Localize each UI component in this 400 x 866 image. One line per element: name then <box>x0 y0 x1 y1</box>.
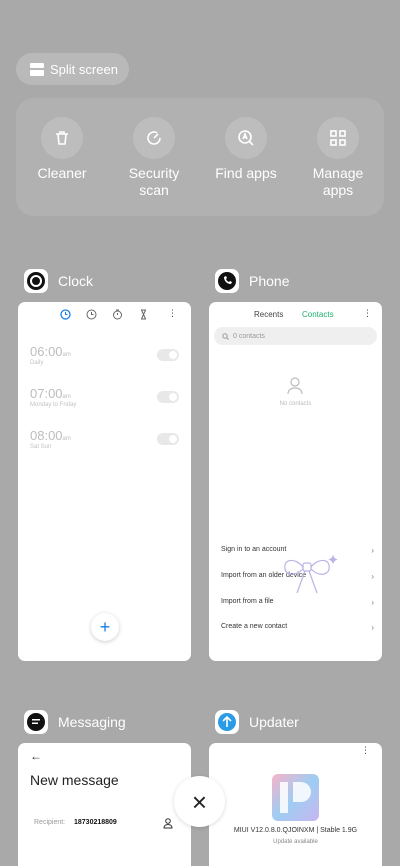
tab-contacts[interactable]: Contacts <box>302 310 334 319</box>
world-clock-icon[interactable] <box>86 309 97 320</box>
manage-apps-label: Manage apps <box>312 165 364 198</box>
alarm-toggle[interactable] <box>157 349 179 361</box>
action-label: Import from a file <box>221 598 274 605</box>
find-apps-button[interactable]: Find apps <box>200 98 292 182</box>
alarm-toggle[interactable] <box>157 391 179 403</box>
find-apps-icon <box>225 117 267 159</box>
recipient-value[interactable]: 18730218809 <box>74 819 117 826</box>
action-label: Sign in to an account <box>221 546 287 553</box>
close-icon: × <box>191 786 208 817</box>
alarm-item[interactable]: 07:00am Monday to Friday <box>30 386 76 408</box>
phone-app-name: Phone <box>249 273 290 289</box>
version-text: MIUI V12.0.8.0.QJOINXM | Stable 1.9G <box>233 827 358 834</box>
alarm-time: 06:00 <box>30 344 63 359</box>
messaging-app-icon <box>24 710 48 734</box>
cleaner-button[interactable]: Cleaner <box>16 98 108 182</box>
new-message-title: New message <box>30 772 119 788</box>
alarm-ampm: am <box>62 394 71 400</box>
split-screen-icon <box>30 62 44 76</box>
contact-picker-icon[interactable] <box>163 816 173 834</box>
updater-app-header[interactable]: Updater <box>215 710 299 734</box>
action-row[interactable]: Create a new contact › <box>221 623 374 632</box>
clock-tab-bar <box>60 309 149 320</box>
grid-icon <box>317 117 359 159</box>
chevron-right-icon: › <box>371 572 374 581</box>
clock-app-card[interactable]: ⋮ 06:00am Daily 07:00am Monday to Friday… <box>18 302 191 661</box>
alarm-ampm: am <box>62 436 71 442</box>
security-scan-button[interactable]: Security scan <box>108 98 200 199</box>
tab-recents[interactable]: Recents <box>254 310 283 319</box>
timer-icon[interactable] <box>138 309 149 320</box>
search-placeholder: 0 contacts <box>233 332 265 340</box>
empty-state-label: No contacts <box>279 401 312 407</box>
phone-app-card[interactable]: Recents Contacts ⋮ 0 contacts No contact… <box>209 302 382 661</box>
alarm-item[interactable]: 06:00am Daily <box>30 344 71 366</box>
clock-app-header[interactable]: Clock <box>24 269 93 293</box>
more-icon[interactable]: ⋮ <box>363 308 372 319</box>
updater-app-card[interactable]: ⋮ MIUI V12.0.8.0.QJOINXM | Stable 1.9G U… <box>209 743 382 866</box>
phone-app-header[interactable]: Phone <box>215 269 289 293</box>
quick-actions-panel: Cleaner Security scan Find apps Manage app… <box>16 98 384 216</box>
add-alarm-button[interactable]: + <box>91 613 119 641</box>
alarm-time: 07:00 <box>30 386 63 401</box>
manage-apps-button[interactable]: Manage apps <box>292 98 384 199</box>
trash-icon <box>41 117 83 159</box>
chevron-right-icon: › <box>371 546 374 555</box>
update-status: Update available <box>273 839 318 845</box>
clock-app-name: Clock <box>58 273 94 289</box>
split-screen-label: Split screen <box>50 61 118 77</box>
more-icon[interactable]: ⋮ <box>168 308 177 319</box>
phone-app-icon <box>215 269 239 293</box>
more-icon[interactable]: ⋮ <box>361 745 370 756</box>
alarm-toggle[interactable] <box>157 433 179 445</box>
recipient-label: Recipient: <box>34 819 66 826</box>
person-icon <box>287 377 303 400</box>
find-apps-label: Find apps <box>215 165 277 181</box>
messaging-app-name: Messaging <box>58 714 126 730</box>
chevron-right-icon: › <box>371 623 374 632</box>
stopwatch-icon[interactable] <box>112 309 123 320</box>
alarm-time: 08:00 <box>30 428 63 443</box>
messaging-app-header[interactable]: Messaging <box>24 710 126 734</box>
split-screen-button[interactable]: Split screen <box>16 53 129 85</box>
security-scan-icon <box>133 117 175 159</box>
alarm-icon[interactable] <box>60 309 71 320</box>
security-scan-label: Security scan <box>128 165 180 198</box>
cleaner-label: Cleaner <box>37 165 87 181</box>
back-arrow-icon[interactable]: ← <box>30 749 42 763</box>
chevron-right-icon: › <box>371 598 374 607</box>
bow-illustration <box>284 555 338 594</box>
alarm-repeat: Monday to Friday <box>30 402 77 408</box>
messaging-app-card[interactable]: ← New message Recipient: 18730218809 <box>18 743 191 866</box>
search-icon <box>222 332 229 340</box>
updater-app-name: Updater <box>249 714 299 730</box>
miui-logo <box>272 774 319 821</box>
alarm-repeat: Sat Sun <box>30 444 52 450</box>
alarm-repeat: Daily <box>30 360 44 366</box>
clock-app-icon <box>24 269 48 293</box>
updater-app-icon <box>215 710 239 734</box>
search-input[interactable]: 0 contacts <box>214 327 377 345</box>
alarm-item[interactable]: 08:00am Sat Sun <box>30 428 71 450</box>
action-label: Create a new contact <box>221 623 288 630</box>
close-all-button[interactable]: × <box>174 776 225 827</box>
alarm-ampm: am <box>62 352 71 358</box>
